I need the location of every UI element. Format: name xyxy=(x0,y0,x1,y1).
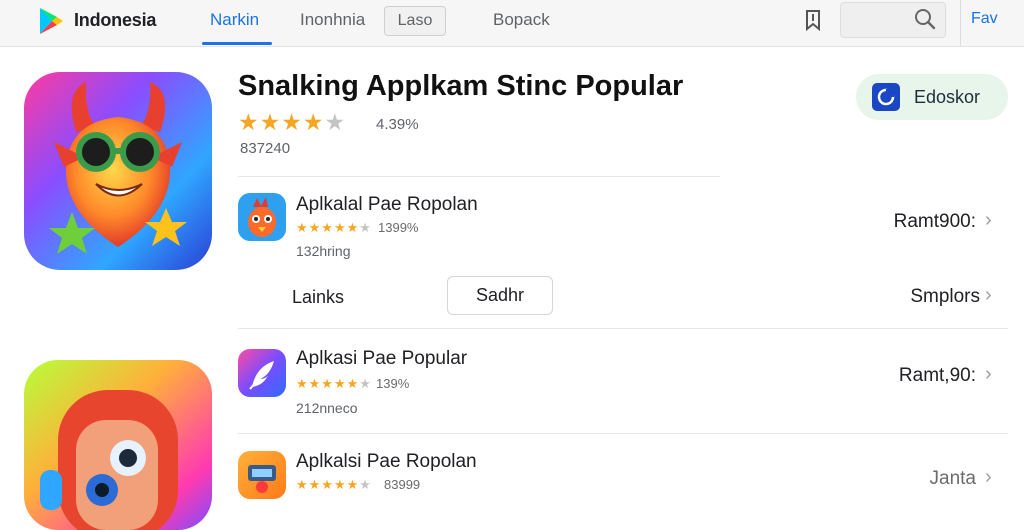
install-button[interactable]: Edoskor xyxy=(856,74,1008,120)
item-2-star-rating: ★★★★★★ xyxy=(296,376,371,391)
top-bar: Indonesia Narkin Inonhnia Laso Bopack Fa… xyxy=(0,0,1024,47)
item-2-subtitle: 212nneco xyxy=(296,400,358,416)
item-1-star-rating: ★★★★★★ xyxy=(296,220,371,235)
empty-star-icon: ★ xyxy=(324,109,346,135)
robot-mascot-icon xyxy=(24,360,212,530)
item-2-price[interactable]: Ramt,90: xyxy=(870,365,976,387)
install-button-icon xyxy=(872,83,900,111)
bird-icon xyxy=(248,197,276,237)
item-3-title[interactable]: Aplkalsi Pae Ropolan xyxy=(296,451,477,473)
item-1-price[interactable]: Ramt900: xyxy=(870,211,976,233)
item-1-app-icon[interactable] xyxy=(238,193,286,241)
hero-rating-value: 4.39% xyxy=(376,116,419,133)
active-tab-indicator xyxy=(202,42,272,45)
chevron-right-icon[interactable]: › xyxy=(985,466,992,489)
chevron-right-icon[interactable]: › xyxy=(985,363,992,386)
item-1-title[interactable]: Aplkalal Pae Ropolan xyxy=(296,194,478,216)
item-2-rating-value: 139% xyxy=(376,376,410,391)
game-icon xyxy=(248,465,276,493)
empty-star-icon: ★ xyxy=(359,376,371,391)
search-icon[interactable] xyxy=(914,8,936,30)
chevron-right-icon[interactable]: › xyxy=(985,284,992,307)
item-1-rating-value: 1399% xyxy=(378,220,419,235)
feather-icon xyxy=(249,361,274,390)
item-2-app-icon[interactable] xyxy=(238,349,286,397)
samplers-link[interactable]: Smplors xyxy=(870,286,980,308)
devil-mascot-icon xyxy=(24,72,212,270)
filled-stars-icon: ★★★★ xyxy=(238,109,325,135)
hero-star-rating: ★★★★★ xyxy=(238,109,345,135)
item-3-rating-value: 83999 xyxy=(384,477,421,492)
laso-button[interactable]: Laso xyxy=(384,6,446,36)
tab-narkin[interactable]: Narkin xyxy=(210,10,259,30)
item-3-app-icon[interactable] xyxy=(238,451,286,499)
brand-title: Indonesia xyxy=(74,10,157,30)
item-3-star-rating: ★★★★★★ xyxy=(296,477,371,492)
featured-app-icon[interactable] xyxy=(24,360,212,530)
item-2-title[interactable]: Aplkasi Pae Popular xyxy=(296,348,467,370)
chevron-right-icon[interactable]: › xyxy=(985,209,992,232)
filled-stars-icon: ★★★★★ xyxy=(296,376,360,391)
sadhr-button[interactable]: Sadhr xyxy=(447,276,553,315)
filled-stars-icon: ★★★★★ xyxy=(296,220,360,235)
empty-star-icon: ★ xyxy=(359,220,371,235)
filled-stars-icon: ★★★★★ xyxy=(296,477,360,492)
divider xyxy=(238,433,1008,434)
fav-link[interactable]: Fav xyxy=(960,0,1024,46)
hero-title: Snalking Applkam Stinc Popular xyxy=(238,70,684,102)
links-link[interactable]: Lainks xyxy=(292,287,344,308)
install-button-label: Edoskor xyxy=(914,87,981,107)
tab-inonhnia[interactable]: Inonhnia xyxy=(300,10,365,30)
item-1-subtitle: 132hring xyxy=(296,243,351,259)
play-store-logo-icon[interactable] xyxy=(36,6,66,36)
divider xyxy=(238,328,1008,329)
hero-app-icon[interactable] xyxy=(24,72,212,270)
hero-review-count: 837240 xyxy=(240,140,291,157)
empty-star-icon: ★ xyxy=(359,477,371,492)
bopack-link[interactable]: Bopack xyxy=(493,10,550,30)
divider xyxy=(238,176,720,177)
bookmark-icon[interactable] xyxy=(804,9,822,31)
item-3-price[interactable]: Janta xyxy=(900,468,976,490)
